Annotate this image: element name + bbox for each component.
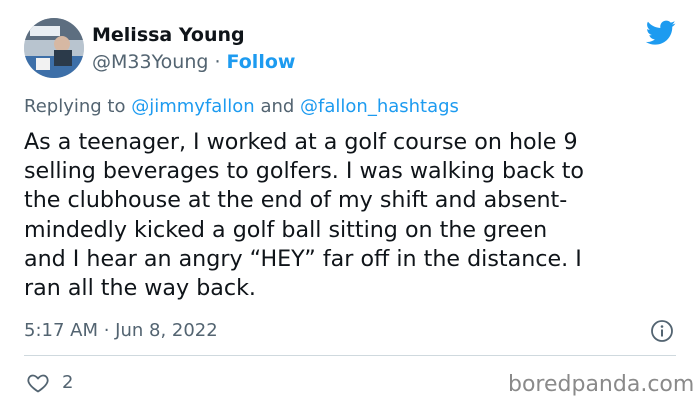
divider	[24, 355, 676, 356]
tweet-text-line: mindedly kicked a golf ball sitting on t…	[24, 216, 548, 243]
boredpanda-watermark: boredpanda.com	[508, 372, 695, 397]
author-display-name[interactable]: Melissa Young	[92, 24, 245, 46]
tweet-text-line: and I hear an angry “HEY” far off in the…	[24, 245, 582, 272]
mention-fallon-hashtags[interactable]: @fallon_hashtags	[300, 96, 459, 117]
twitter-bird-icon[interactable]	[646, 20, 676, 46]
tweet-text: As a teenager, I worked at a golf course…	[24, 128, 684, 303]
author-handle[interactable]: @M33Young	[92, 51, 208, 73]
tweet-text-line: ran all the way back.	[24, 275, 256, 302]
author-handle-row: @M33Young · Follow	[92, 51, 295, 73]
follow-button[interactable]: Follow	[227, 51, 296, 73]
heart-icon[interactable]	[26, 371, 50, 395]
mention-jimmyfallon[interactable]: @jimmyfallon	[131, 96, 255, 117]
reply-context: Replying to @jimmyfallon and @fallon_has…	[24, 96, 459, 118]
reply-prefix: Replying to	[24, 96, 132, 117]
like-count: 2	[62, 372, 74, 393]
info-icon[interactable]	[650, 319, 674, 343]
reply-joiner: and	[254, 96, 301, 117]
handle-separator: ·	[208, 51, 227, 73]
avatar[interactable]	[24, 18, 84, 78]
profile-photo	[24, 18, 84, 78]
tweet-text-line: As a teenager, I worked at a golf course…	[24, 129, 578, 155]
tweet-timestamp[interactable]: 5:17 AM · Jun 8, 2022	[24, 320, 218, 342]
tweet-text-line: the clubhouse at the end of my shift and…	[24, 187, 568, 214]
tweet-text-line: selling beverages to golfers. I was walk…	[24, 158, 585, 185]
